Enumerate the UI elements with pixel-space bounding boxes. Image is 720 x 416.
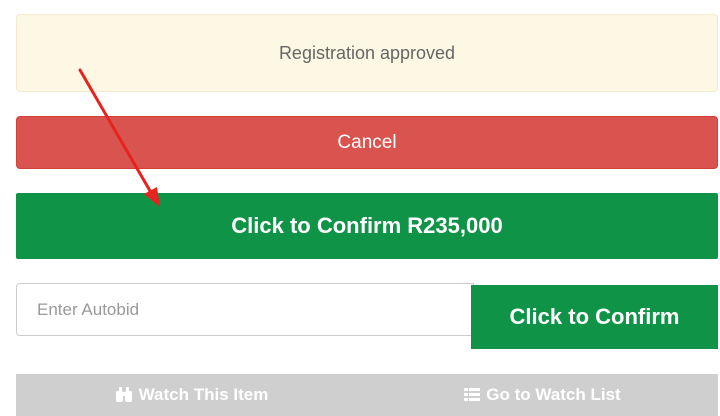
watch-item-label: Watch This Item xyxy=(138,385,269,404)
cancel-button[interactable]: Cancel xyxy=(16,116,718,169)
watch-item-button[interactable]: Watch This Item xyxy=(16,374,367,416)
autobid-form: Click to Confirm xyxy=(16,283,718,349)
confirm-bid-button[interactable]: Click to Confirm R235,000 xyxy=(16,193,718,259)
autobid-input[interactable] xyxy=(16,283,474,336)
list-icon xyxy=(464,388,481,402)
confirm-autobid-button[interactable]: Click to Confirm xyxy=(471,285,718,349)
registration-status-banner: Registration approved xyxy=(16,14,718,92)
registration-status-text: Registration approved xyxy=(278,42,456,63)
binoculars-icon xyxy=(115,387,133,403)
watch-list-label: Go to Watch List xyxy=(486,385,621,404)
watch-bar: Watch This Item Go to Watch List xyxy=(16,374,718,416)
go-to-watch-list-button[interactable]: Go to Watch List xyxy=(367,374,718,416)
